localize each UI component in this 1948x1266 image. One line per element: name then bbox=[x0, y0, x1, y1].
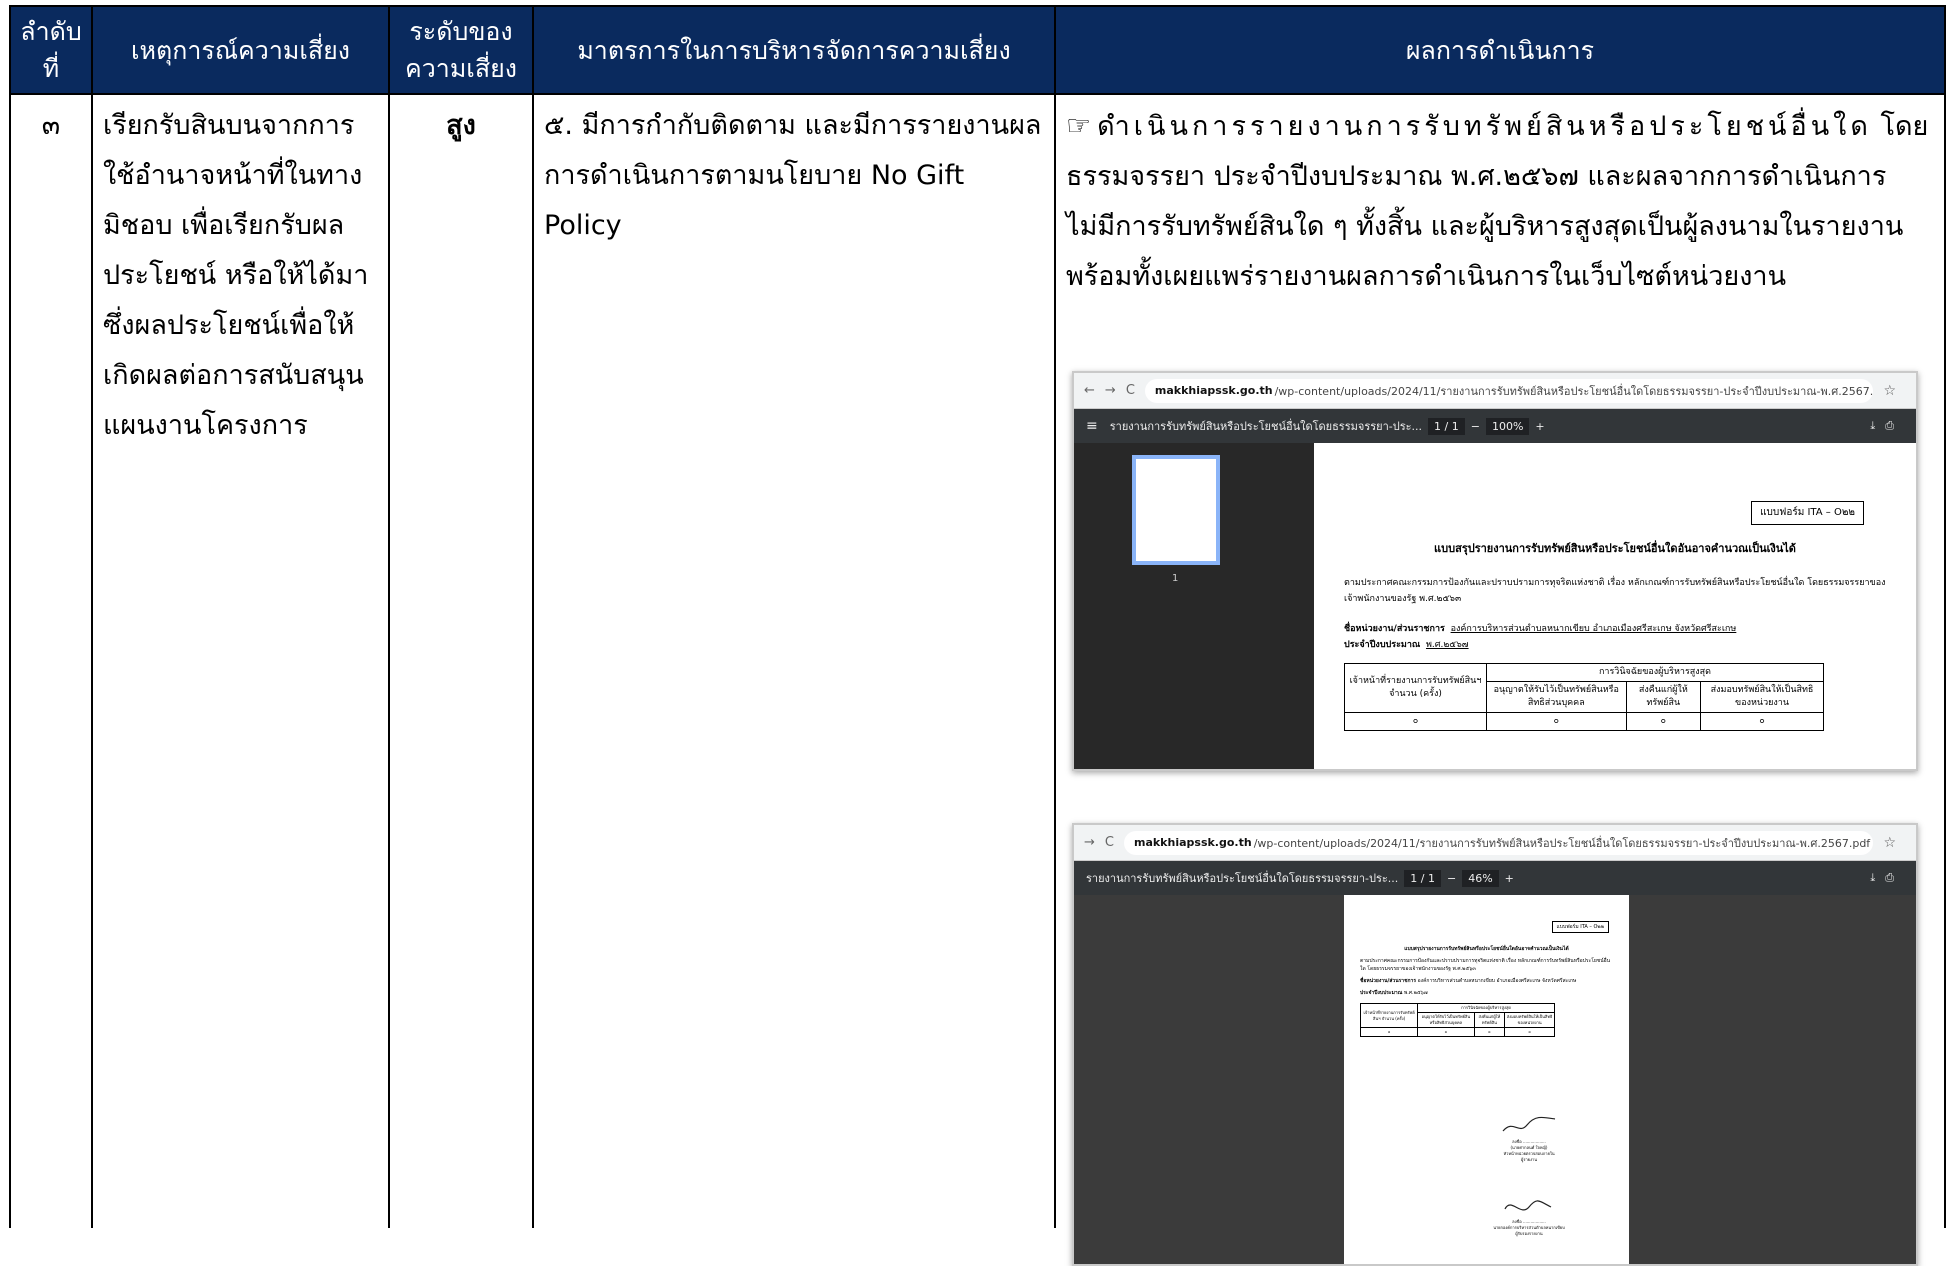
zoom-in-button[interactable]: + bbox=[1535, 420, 1544, 433]
form-paragraph: ตามประกาศคณะกรรมการป้องกันและปราบปรามการ… bbox=[1360, 958, 1611, 972]
fiscal-year-line: ประจำปีงบประมาณ พ.ศ.๒๕๖๗ bbox=[1344, 640, 1469, 650]
url-field[interactable]: makkhiapssk.go.th/wp-content/uploads/202… bbox=[1123, 830, 1874, 855]
pdf-viewer: 1 แบบฟอร์ม ITA – O๒๒ แบบสรุปรายงานการรับ… bbox=[1074, 443, 1916, 769]
pdf-page: แบบฟอร์ม ITA – O๒๒ แบบสรุปรายงานการรับทร… bbox=[1314, 443, 1916, 769]
menu-icon[interactable]: ≡ bbox=[1086, 418, 1098, 434]
star-icon[interactable]: ☆ bbox=[1883, 383, 1906, 399]
signature-block-2: ลงชื่อ .................. นายกองค์การบริ… bbox=[1474, 1195, 1584, 1237]
pdf-toolbar: ≡ รายงานการรับทรัพย์สินหรือประโยชน์อื่นใ… bbox=[1074, 409, 1916, 443]
browser-address-bar: ← → C makkhiapssk.go.th/wp-content/uploa… bbox=[1074, 373, 1916, 409]
zoom-level[interactable]: 46% bbox=[1462, 869, 1499, 887]
header-no: ลำดับที่ bbox=[9, 5, 93, 95]
cell-zero: ๐ bbox=[1504, 1027, 1555, 1037]
cell-zero: ๐ bbox=[1473, 1027, 1506, 1037]
col-handover: ส่งมอบทรัพย์สินให้เป็นสิทธิของหน่วยงาน bbox=[1700, 681, 1824, 713]
form-title: แบบสรุปรายงานการรับทรัพย์สินหรือประโยชน์… bbox=[1404, 946, 1569, 952]
print-icon[interactable]: ⎙ bbox=[1885, 871, 1904, 884]
page-thumbnail[interactable] bbox=[1132, 455, 1220, 565]
risk-level: สูง bbox=[388, 93, 534, 1228]
url-host: makkhiapssk.go.th bbox=[1154, 384, 1273, 397]
cell-zero: ๐ bbox=[1700, 712, 1824, 731]
pdf-page: แบบฟอร์ม ITA – O๒๒ แบบสรุปรายงานการรับทร… bbox=[1344, 895, 1629, 1264]
risk-event: เรียกรับสินบนจากการใช้อำนาจหน้าที่ในทางม… bbox=[91, 93, 390, 1228]
forward-icon[interactable]: → bbox=[1105, 383, 1116, 398]
row-number: ๓ bbox=[9, 93, 93, 1228]
col-officer: เจ้าหน้าที่รายงานการรับทรัพย์สินฯ จำนวน … bbox=[1344, 663, 1487, 713]
col-handover: ส่งมอบทรัพย์สินให้เป็นสิทธิของหน่วยงาน bbox=[1504, 1012, 1555, 1028]
screenshot-pdf-100: ← → C makkhiapssk.go.th/wp-content/uploa… bbox=[1072, 371, 1918, 771]
zoom-in-button[interactable]: + bbox=[1505, 872, 1514, 885]
header-results: ผลการดำเนินการ bbox=[1054, 5, 1946, 95]
cell-zero: ๐ bbox=[1417, 1027, 1475, 1037]
agency-line: ชื่อหน่วยงาน/ส่วนราชการ องค์การบริหารส่ว… bbox=[1360, 978, 1577, 984]
form-label: แบบฟอร์ม ITA – O๒๒ bbox=[1751, 501, 1864, 525]
zoom-out-button[interactable]: − bbox=[1447, 872, 1456, 885]
col-group: การวินิจฉัยของผู้บริหารสูงสุด bbox=[1486, 663, 1824, 682]
url-host: makkhiapssk.go.th bbox=[1133, 836, 1252, 849]
signature-mark-icon bbox=[1504, 1200, 1552, 1211]
fiscal-year-line: ประจำปีงบประมาณ พ.ศ.๒๕๖๗ bbox=[1360, 990, 1428, 996]
zoom-level[interactable]: 100% bbox=[1485, 417, 1530, 435]
col-return: ส่งคืนแก่ผู้ให้ทรัพย์สิน bbox=[1473, 1012, 1506, 1028]
form-label: แบบฟอร์ม ITA – O๒๒ bbox=[1551, 921, 1609, 933]
thumbnail-sidebar: 1 bbox=[1074, 443, 1314, 769]
page-indicator[interactable]: 1 / 1 bbox=[1404, 869, 1441, 887]
browser-address-bar: → C makkhiapssk.go.th/wp-content/uploads… bbox=[1074, 825, 1916, 861]
url-path: /wp-content/uploads/2024/11/รายงานการรับ… bbox=[1274, 384, 1874, 398]
pdf-toolbar: รายงานการรับทรัพย์สินหรือประโยชน์อื่นใดโ… bbox=[1074, 861, 1916, 895]
col-group: การวินิจฉัยของผู้บริหารสูงสุด bbox=[1417, 1003, 1555, 1013]
cell-zero: ๐ bbox=[1625, 712, 1702, 731]
cell-zero: ๐ bbox=[1359, 1027, 1419, 1037]
cell-zero: ๐ bbox=[1344, 712, 1487, 731]
print-icon[interactable]: ⎙ bbox=[1885, 419, 1904, 432]
report-table: เจ้าหน้าที่รายงานการรับทรัพย์สินฯ จำนวน … bbox=[1344, 663, 1824, 731]
signature-block-1: ลงชื่อ .................. (นายศากลนศ์ ใจ… bbox=[1474, 1115, 1584, 1163]
forward-icon[interactable]: → bbox=[1084, 835, 1095, 850]
screenshot-pdf-46: → C makkhiapssk.go.th/wp-content/uploads… bbox=[1072, 823, 1918, 1266]
header-level: ระดับของความเสี่ยง bbox=[388, 5, 534, 95]
download-icon[interactable]: ⤓ bbox=[1870, 419, 1885, 432]
report-table: เจ้าหน้าที่รายงานการรับทรัพย์สินฯ จำนวน … bbox=[1359, 1003, 1555, 1037]
col-permit: อนุญาตให้รับไว้เป็นทรัพย์สินหรือสิทธิส่ว… bbox=[1486, 681, 1627, 713]
back-icon[interactable]: ← bbox=[1084, 383, 1095, 398]
url-path: /wp-content/uploads/2024/11/รายงานการรับ… bbox=[1253, 836, 1871, 850]
download-icon[interactable]: ⤓ bbox=[1870, 871, 1885, 884]
signature-mark-icon bbox=[1502, 1116, 1556, 1132]
thumbnail-number: 1 bbox=[1172, 573, 1179, 584]
pointing-hand-icon: ☞ bbox=[1066, 109, 1092, 142]
pdf-doc-title: รายงานการรับทรัพย์สินหรือประโยชน์อื่นใดโ… bbox=[1109, 420, 1423, 433]
agency-line: ชื่อหน่วยงาน/ส่วนราชการ องค์การบริหารส่ว… bbox=[1344, 624, 1737, 634]
risk-measure: ๕. มีการกำกับติดตาม และมีการรายงานผลการด… bbox=[532, 93, 1056, 1228]
form-title: แบบสรุปรายงานการรับทรัพย์สินหรือประโยชน์… bbox=[1434, 542, 1796, 555]
reload-icon[interactable]: C bbox=[1126, 383, 1135, 398]
header-event: เหตุการณ์ความเสี่ยง bbox=[91, 5, 390, 95]
zoom-out-button[interactable]: − bbox=[1471, 420, 1480, 433]
result-line1: ดำเนินการรายงานการรับทรัพย์สินหรือประโยช… bbox=[1097, 111, 1872, 142]
star-icon[interactable]: ☆ bbox=[1883, 835, 1906, 851]
reload-icon[interactable]: C bbox=[1105, 835, 1114, 850]
url-field[interactable]: makkhiapssk.go.th/wp-content/uploads/202… bbox=[1144, 378, 1874, 403]
form-paragraph: ตามประกาศคณะกรรมการป้องกันและปราบปรามการ… bbox=[1344, 578, 1886, 604]
pdf-viewer: แบบฟอร์ม ITA – O๒๒ แบบสรุปรายงานการรับทร… bbox=[1074, 895, 1916, 1264]
pdf-doc-title: รายงานการรับทรัพย์สินหรือประโยชน์อื่นใดโ… bbox=[1086, 872, 1399, 885]
col-return: ส่งคืนแก่ผู้ให้ทรัพย์สิน bbox=[1625, 681, 1702, 713]
header-row: ลำดับที่ เหตุการณ์ความเสี่ยง ระดับของควา… bbox=[9, 5, 1946, 95]
page-indicator[interactable]: 1 / 1 bbox=[1428, 417, 1465, 435]
col-permit: อนุญาตให้รับไว้เป็นทรัพย์สินหรือสิทธิส่ว… bbox=[1417, 1012, 1475, 1028]
cell-zero: ๐ bbox=[1486, 712, 1627, 731]
header-measures: มาตรการในการบริหารจัดการความเสี่ยง bbox=[532, 5, 1056, 95]
col-officer: เจ้าหน้าที่รายงานการรับทรัพย์สินฯ จำนวน … bbox=[1359, 1003, 1419, 1028]
